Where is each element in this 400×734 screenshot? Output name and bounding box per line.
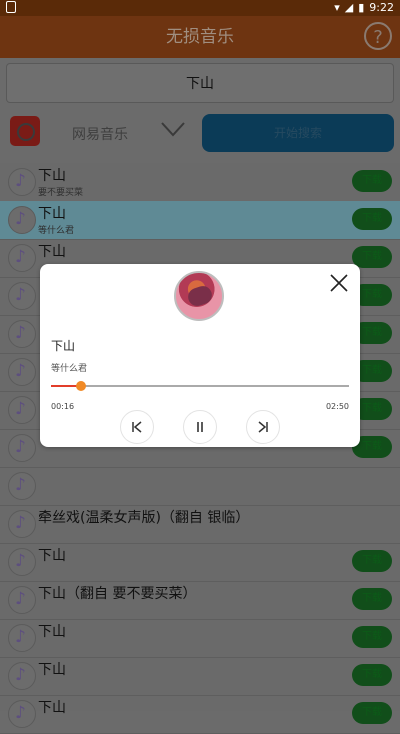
download-button[interactable]: 下载 bbox=[352, 664, 392, 686]
song-title: 下山 bbox=[38, 700, 66, 716]
music-note-icon bbox=[8, 662, 36, 690]
pause-icon bbox=[197, 422, 203, 432]
music-note-icon bbox=[8, 700, 36, 728]
player-song-title: 下山 bbox=[51, 339, 76, 353]
previous-icon bbox=[132, 421, 142, 433]
current-time: 00:16 bbox=[51, 402, 75, 411]
music-note-icon bbox=[8, 396, 36, 424]
download-button[interactable]: 下载 bbox=[352, 208, 392, 230]
music-note-icon bbox=[8, 434, 36, 462]
next-icon bbox=[258, 421, 268, 433]
music-note-icon bbox=[8, 168, 36, 196]
song-artist: 等什么君 bbox=[38, 226, 75, 236]
music-note-icon bbox=[8, 206, 36, 234]
total-time: 02:50 bbox=[325, 402, 349, 411]
song-row[interactable]: 下山 下载 bbox=[0, 619, 400, 658]
progress-knob[interactable] bbox=[75, 381, 86, 391]
signal-icon: ◢ bbox=[344, 1, 354, 14]
album-cover bbox=[174, 271, 224, 321]
battery-icon: ▮ bbox=[358, 1, 365, 14]
song-title: 下山 bbox=[38, 548, 66, 564]
download-button[interactable]: 下载 bbox=[352, 626, 392, 648]
search-input[interactable]: 下山 bbox=[6, 63, 394, 103]
song-row[interactable]: 下山 下载 bbox=[0, 657, 400, 696]
music-note-icon bbox=[8, 510, 36, 538]
app-bar: 无损音乐 ? bbox=[0, 16, 400, 58]
download-button[interactable]: 下载 bbox=[352, 170, 392, 192]
previous-button[interactable] bbox=[120, 410, 154, 444]
music-note-icon bbox=[8, 586, 36, 614]
close-icon[interactable] bbox=[328, 272, 350, 294]
status-time: 9:22 bbox=[369, 1, 394, 14]
music-note-icon bbox=[8, 244, 36, 272]
download-button[interactable]: 下载 bbox=[352, 246, 392, 268]
player-artist: 等什么君 bbox=[51, 364, 88, 374]
song-row[interactable]: 下山 等什么君 下载 bbox=[0, 201, 400, 240]
song-title: 下山 bbox=[38, 206, 66, 222]
start-search-button[interactable]: 开始搜索 bbox=[202, 114, 394, 152]
song-row[interactable]: 下山 下载 bbox=[0, 695, 400, 734]
song-row[interactable]: 下山（翻自 要不要买菜） 下载 bbox=[0, 581, 400, 620]
download-button[interactable]: 下载 bbox=[352, 702, 392, 724]
song-row[interactable] bbox=[0, 467, 400, 506]
wifi-icon: ▾ bbox=[334, 1, 340, 14]
song-row[interactable]: 下山 下载 bbox=[0, 543, 400, 582]
music-note-icon bbox=[8, 320, 36, 348]
song-title: 牵丝戏(温柔女声版)（翻自 银临） bbox=[38, 510, 250, 526]
pause-button[interactable] bbox=[183, 410, 217, 444]
song-title: 下山（翻自 要不要买菜） bbox=[38, 586, 197, 602]
player-dialog: 下山 等什么君 00:16 02:50 bbox=[40, 264, 360, 447]
music-note-icon bbox=[8, 624, 36, 652]
progress-bar[interactable] bbox=[51, 381, 349, 391]
song-row[interactable]: 牵丝戏(温柔女声版)（翻自 银临） bbox=[0, 505, 400, 544]
song-row[interactable]: 下山 要不要买菜 下载 bbox=[0, 163, 400, 202]
song-title: 下山 bbox=[38, 168, 66, 184]
song-title: 下山 bbox=[38, 244, 66, 260]
music-note-icon bbox=[8, 472, 36, 500]
download-button[interactable]: 下载 bbox=[352, 588, 392, 610]
music-note-icon bbox=[8, 282, 36, 310]
next-button[interactable] bbox=[246, 410, 280, 444]
source-selector-label[interactable]: 网易音乐 bbox=[72, 124, 128, 144]
music-note-icon bbox=[8, 548, 36, 576]
netease-music-icon bbox=[10, 116, 40, 146]
app-title: 无损音乐 bbox=[166, 27, 234, 47]
notification-icon bbox=[6, 1, 16, 13]
status-bar: ▾ ◢ ▮ 9:22 bbox=[0, 0, 400, 16]
help-icon[interactable]: ? bbox=[364, 22, 392, 50]
music-note-icon bbox=[8, 358, 36, 386]
download-button[interactable]: 下载 bbox=[352, 550, 392, 572]
song-title: 下山 bbox=[38, 624, 66, 640]
song-title: 下山 bbox=[38, 662, 66, 678]
chevron-down-icon[interactable] bbox=[160, 120, 186, 138]
song-artist: 要不要买菜 bbox=[38, 188, 84, 198]
